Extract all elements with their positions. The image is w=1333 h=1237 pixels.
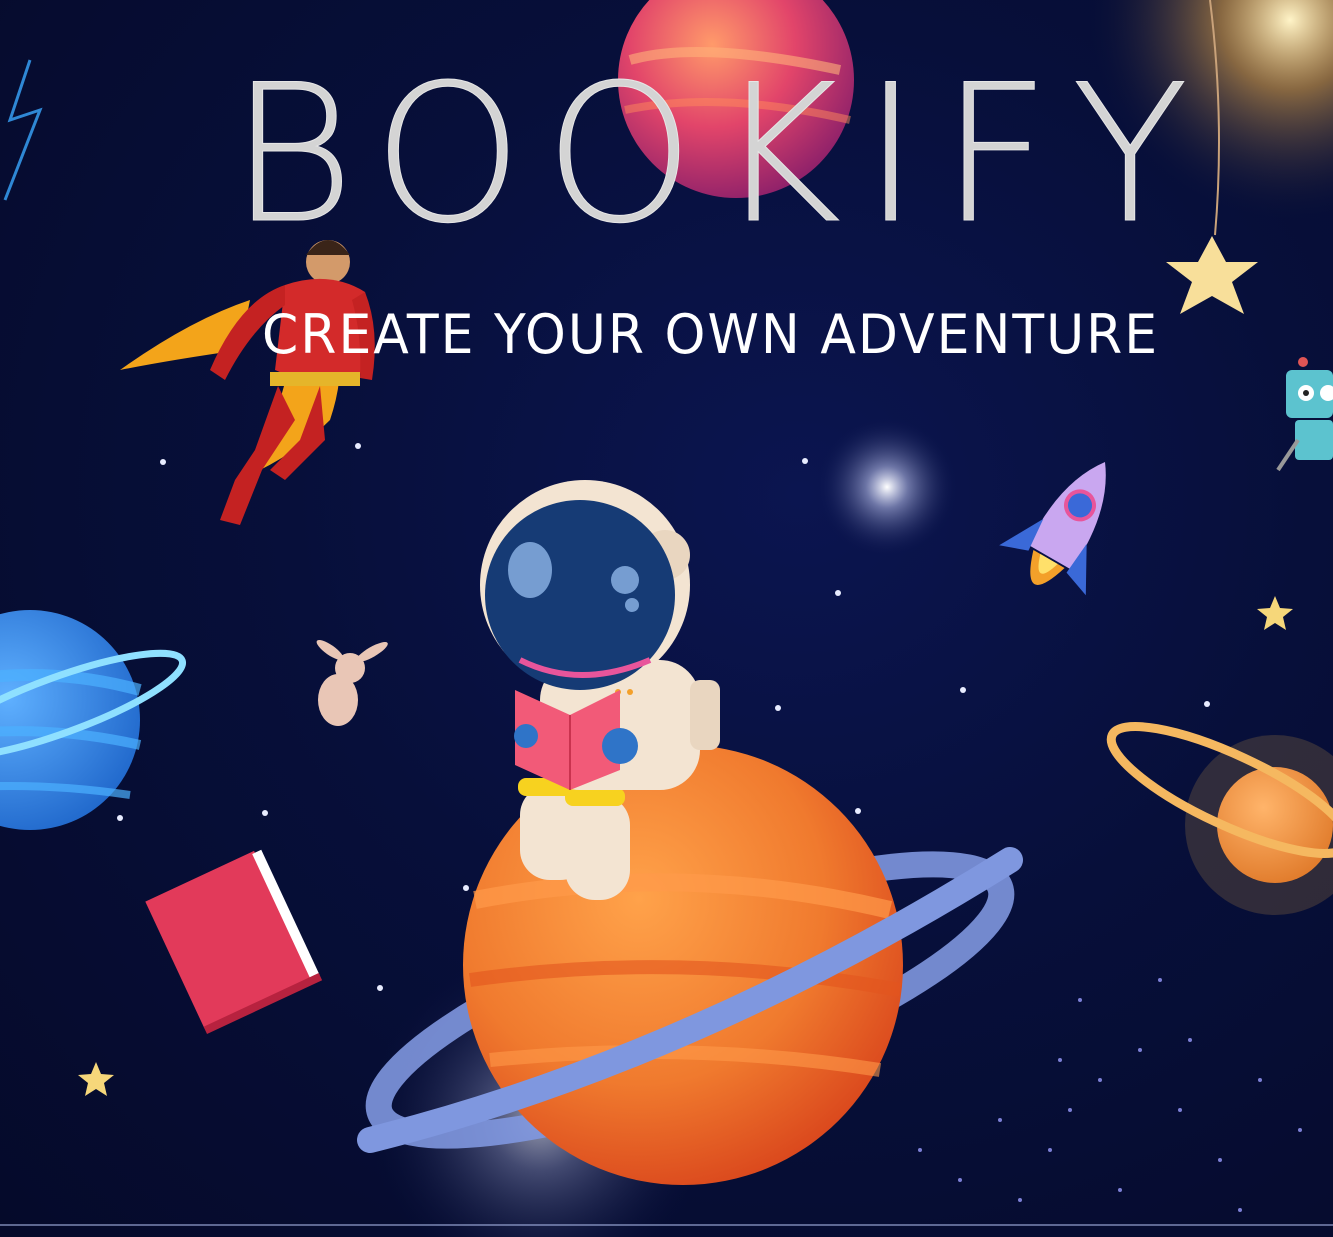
red-book-icon — [145, 849, 323, 1034]
app-title: BOOKIFY — [230, 44, 1211, 265]
rocket-icon — [999, 462, 1106, 596]
bright-star-glow — [817, 417, 957, 557]
divider — [0, 1224, 1333, 1226]
star-icon-2 — [78, 1062, 114, 1096]
star-icon — [1257, 596, 1293, 630]
ringed-planet-icon — [1106, 722, 1333, 915]
orange-planet-icon — [357, 745, 1023, 1185]
superhero-icon — [120, 240, 375, 525]
galaxy-dust-icon — [918, 978, 1302, 1212]
robot-icon — [1276, 357, 1333, 472]
lightning-icon — [3, 59, 43, 201]
blue-planet-icon — [0, 610, 187, 830]
bunny-icon — [316, 639, 388, 726]
tagline: CREATE YOUR OWN ADVENTURE — [262, 303, 1160, 367]
